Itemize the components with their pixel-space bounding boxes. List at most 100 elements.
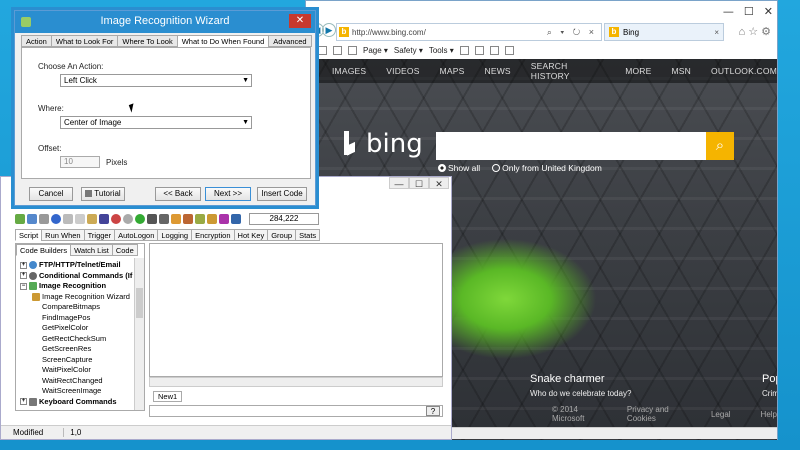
print-icon[interactable] <box>39 214 49 224</box>
offset-input[interactable]: 10 <box>60 156 100 168</box>
tools-menu[interactable]: Tools ▾ <box>429 46 454 55</box>
play-icon[interactable] <box>135 214 145 224</box>
search-icon[interactable]: ⌕ <box>706 132 734 160</box>
tab-what-to-look-for[interactable]: What to Look For <box>50 35 119 47</box>
maximize-button[interactable]: ☐ <box>409 177 429 189</box>
mail-icon[interactable] <box>333 45 342 55</box>
where-select[interactable]: Center of Image ▼ <box>60 116 252 129</box>
tutorial-button[interactable]: Tutorial <box>81 187 125 201</box>
save-icon[interactable] <box>27 214 37 224</box>
tab-code-builders[interactable]: Code Builders <box>16 244 72 256</box>
bing-nav-outlook[interactable]: OUTLOOK.COM <box>711 66 777 76</box>
cut-icon[interactable] <box>63 214 73 224</box>
maximize-button[interactable]: ☐ <box>744 5 754 18</box>
pause-icon[interactable] <box>123 214 133 224</box>
collapse-icon[interactable]: − <box>20 282 27 290</box>
find-next-icon[interactable] <box>159 214 169 224</box>
page-menu[interactable]: Page ▾ <box>363 46 388 55</box>
tab-stats[interactable]: Stats <box>295 229 321 241</box>
bing-caption-title[interactable]: Snake charmer <box>530 373 605 385</box>
tab-close-icon[interactable]: × <box>714 28 719 37</box>
schedule-icon[interactable] <box>195 214 205 224</box>
tree-node[interactable]: + Conditional Commands (If <box>20 271 134 282</box>
tree-scrollbar[interactable] <box>134 258 144 410</box>
tree-leaf[interactable]: GetPixelColor <box>20 323 134 334</box>
forward-arrow-icon[interactable]: ▶ <box>322 23 336 37</box>
help-icon[interactable] <box>459 45 469 55</box>
footer-privacy[interactable]: Privacy and Cookies <box>627 405 681 423</box>
cancel-button[interactable]: Cancel <box>29 187 73 201</box>
radio-only-uk[interactable]: Only from United Kingdom <box>492 163 602 173</box>
tab-watch-list[interactable]: Watch List <box>70 244 113 256</box>
help-icon[interactable]: ? <box>426 406 440 416</box>
tree-leaf[interactable]: WaitRectChanged <box>20 376 134 387</box>
book-icon[interactable] <box>219 214 229 224</box>
tree-node[interactable]: − Image Recognition <box>20 281 134 292</box>
close-button[interactable]: ✕ <box>764 5 773 18</box>
tree-node[interactable]: + FTP/HTTP/Telnet/Email <box>20 260 134 271</box>
browser-tab[interactable]: b Bing × <box>604 23 724 41</box>
tree-leaf[interactable]: WaitScreenImage <box>20 386 134 397</box>
minimize-button[interactable]: — <box>389 177 409 189</box>
bluetooth-icon[interactable] <box>474 45 484 55</box>
tab-run-when[interactable]: Run When <box>41 229 85 241</box>
font-icon[interactable] <box>99 214 109 224</box>
run-icon[interactable] <box>51 214 61 224</box>
copy-icon[interactable] <box>75 214 85 224</box>
tab-group[interactable]: Group <box>267 229 297 241</box>
bing-caption-subtitle[interactable]: Who do we celebrate today? <box>530 389 631 398</box>
safety-menu[interactable]: Safety ▾ <box>394 46 423 55</box>
skype-icon[interactable] <box>504 45 514 55</box>
bing-nav-videos[interactable]: VIDEOS <box>386 66 419 76</box>
bing-nav-msn[interactable]: MSN <box>672 66 692 76</box>
tab-where-to-look[interactable]: Where To Look <box>117 35 178 47</box>
radio-show-all[interactable]: Show all <box>438 163 480 173</box>
binoculars-icon[interactable] <box>147 214 157 224</box>
command-line-input[interactable]: ? <box>149 405 443 417</box>
script-editor[interactable] <box>149 243 443 377</box>
back-button[interactable]: << Back <box>155 187 201 201</box>
tab-encryption[interactable]: Encryption <box>191 229 235 241</box>
bing-nav-search-history[interactable]: SEARCH HISTORY <box>531 61 605 81</box>
insert-code-button[interactable]: Insert Code <box>257 187 307 201</box>
address-bar[interactable]: b http://www.bing.com/ ⌕ ▾ ↻ × <box>336 23 602 41</box>
close-button[interactable]: ✕ <box>289 14 311 28</box>
tab-action[interactable]: Action <box>21 35 52 47</box>
minimize-button[interactable]: — <box>723 5 734 18</box>
address-tools[interactable]: ⌕ ▾ ↻ × <box>547 27 597 38</box>
tab-hot-key[interactable]: Hot Key <box>233 229 269 241</box>
footer-legal[interactable]: Legal <box>711 410 731 419</box>
open-icon[interactable] <box>15 214 25 224</box>
stop-icon[interactable] <box>111 214 121 224</box>
tab-logging[interactable]: Logging <box>157 229 193 241</box>
help-icon[interactable] <box>231 214 241 224</box>
print-icon[interactable] <box>348 45 357 55</box>
bing-search-input[interactable] <box>436 132 706 160</box>
tab-trigger[interactable]: Trigger <box>83 229 116 241</box>
lightbulb-icon[interactable] <box>207 214 217 224</box>
tree-leaf[interactable]: WaitPixelColor <box>20 365 134 376</box>
next-button[interactable]: Next >> <box>205 187 251 201</box>
tree-scrollbar-thumb[interactable] <box>136 288 143 318</box>
expand-icon[interactable]: + <box>20 272 27 280</box>
tree-leaf[interactable]: ScreenCapture <box>20 355 134 366</box>
tab-advanced[interactable]: Advanced <box>268 35 312 47</box>
tree-leaf[interactable]: CompareBitmaps <box>20 302 134 313</box>
tree-leaf[interactable]: GetRectCheckSum <box>20 334 134 345</box>
bing-caption2-subtitle[interactable]: Crim <box>762 389 777 398</box>
tab-code[interactable]: Code <box>111 244 138 256</box>
bing-nav-news[interactable]: NEWS <box>484 66 510 76</box>
tree-leaf[interactable]: GetScreenRes <box>20 344 134 355</box>
bing-nav-maps[interactable]: MAPS <box>440 66 465 76</box>
tab-autologon[interactable]: AutoLogon <box>114 229 159 241</box>
close-button[interactable]: ✕ <box>429 177 449 189</box>
bing-nav-more[interactable]: MORE <box>625 66 651 76</box>
choose-action-select[interactable]: Left Click ▼ <box>60 74 252 87</box>
editor-horizontal-scrollbar[interactable] <box>149 377 443 387</box>
tree-leaf[interactable]: Image Recognition Wizard <box>20 292 134 303</box>
editor-tab-new1[interactable]: New1 <box>153 391 183 402</box>
footer-help[interactable]: Help <box>761 410 777 419</box>
wizard-icon[interactable] <box>171 214 181 224</box>
browser-right-icons[interactable]: ⌂ ☆ ⚙ <box>739 25 771 38</box>
address-url[interactable]: http://www.bing.com/ <box>352 28 544 37</box>
